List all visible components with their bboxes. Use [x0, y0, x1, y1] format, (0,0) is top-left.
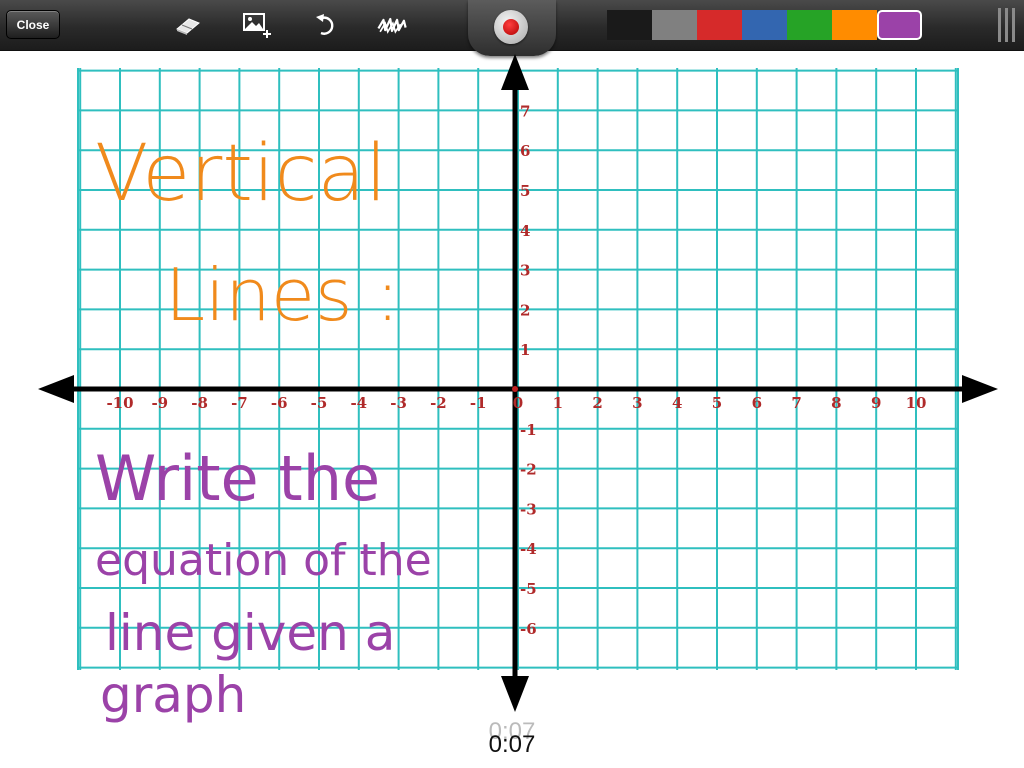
handwritten-title: Vertical Lines :	[95, 129, 400, 337]
color-swatch[interactable]	[607, 10, 652, 40]
x-tick-label: -10	[106, 394, 133, 412]
close-button[interactable]: Close	[6, 10, 60, 39]
record-tab	[468, 0, 556, 56]
x-tick-label: -2	[430, 394, 447, 412]
undo-icon[interactable]	[309, 8, 343, 42]
toolbar: Close	[0, 0, 1024, 56]
handwritten-prompt-line: line given a	[105, 604, 395, 662]
record-icon	[503, 19, 519, 35]
x-tick-label: 9	[871, 394, 881, 412]
y-tick-label: -6	[520, 620, 537, 638]
x-axis-right-arrow	[962, 375, 998, 403]
y-tick-label: 5	[520, 182, 530, 200]
handwritten-title-line: Lines :	[165, 253, 400, 337]
y-tick-label: 6	[520, 142, 530, 160]
x-tick-label: 8	[831, 394, 841, 412]
y-tick-label: 7	[520, 102, 530, 120]
x-tick-label: 1	[553, 394, 563, 412]
handwritten-prompt-line: Write the	[95, 442, 380, 515]
color-swatch[interactable]	[877, 10, 922, 40]
handwritten-prompt-line: equation of the	[95, 535, 432, 586]
x-tick-label: -7	[231, 394, 248, 412]
color-swatch[interactable]	[697, 10, 742, 40]
y-tick-label: -3	[520, 500, 537, 518]
y-tick-label: -5	[520, 580, 537, 598]
color-swatch[interactable]	[652, 10, 697, 40]
x-tick-label: -9	[151, 394, 168, 412]
color-swatch[interactable]	[832, 10, 877, 40]
handwritten-prompt: Write the equation of the line given a g…	[95, 442, 432, 724]
eraser-icon[interactable]	[171, 8, 205, 42]
x-tick-label: 7	[791, 394, 801, 412]
color-swatch[interactable]	[787, 10, 832, 40]
handwritten-prompt-line: graph	[100, 666, 246, 724]
y-tick-label: -1	[520, 421, 537, 439]
x-tick-label: 6	[752, 394, 762, 412]
y-tick-label: 3	[520, 262, 530, 280]
add-image-icon[interactable]	[241, 8, 275, 42]
x-tick-label: -6	[271, 394, 288, 412]
recording-timer: 0:07	[488, 731, 536, 758]
color-swatch[interactable]	[742, 10, 787, 40]
x-tick-label: -5	[311, 394, 328, 412]
x-tick-label: -4	[350, 394, 367, 412]
clear-scribble-icon[interactable]	[375, 8, 409, 42]
toolbar-grip-icon[interactable]	[996, 8, 1020, 42]
handwritten-title-line: Vertical	[95, 129, 387, 219]
x-tick-label: 2	[592, 394, 602, 412]
x-tick-label: 0	[513, 394, 523, 412]
x-tick-label: -3	[390, 394, 407, 412]
x-axis-left-arrow	[38, 375, 74, 403]
y-tick-label: 4	[520, 222, 530, 240]
x-tick-label: 3	[632, 394, 642, 412]
x-tick-label: 4	[672, 394, 682, 412]
origin-point	[512, 386, 518, 392]
y-tick-label: 1	[520, 341, 530, 359]
x-tick-label: 10	[906, 394, 927, 412]
whiteboard-canvas[interactable]: -10 -9 -8 -7 -6 -5 -4 -3 -2 -1 0 1 2 3 4 5 6 7 8 9 107654321…	[0, 50, 1024, 768]
y-tick-label: -4	[520, 540, 537, 558]
record-button[interactable]	[494, 10, 528, 44]
x-tick-label: 5	[712, 394, 722, 412]
y-tick-label: 2	[520, 301, 530, 319]
x-tick-label: -1	[470, 394, 487, 412]
x-tick-label: -8	[191, 394, 208, 412]
y-tick-label: -2	[520, 461, 537, 479]
y-axis-top-arrow	[501, 54, 529, 90]
y-axis-bottom-arrow	[501, 676, 529, 712]
